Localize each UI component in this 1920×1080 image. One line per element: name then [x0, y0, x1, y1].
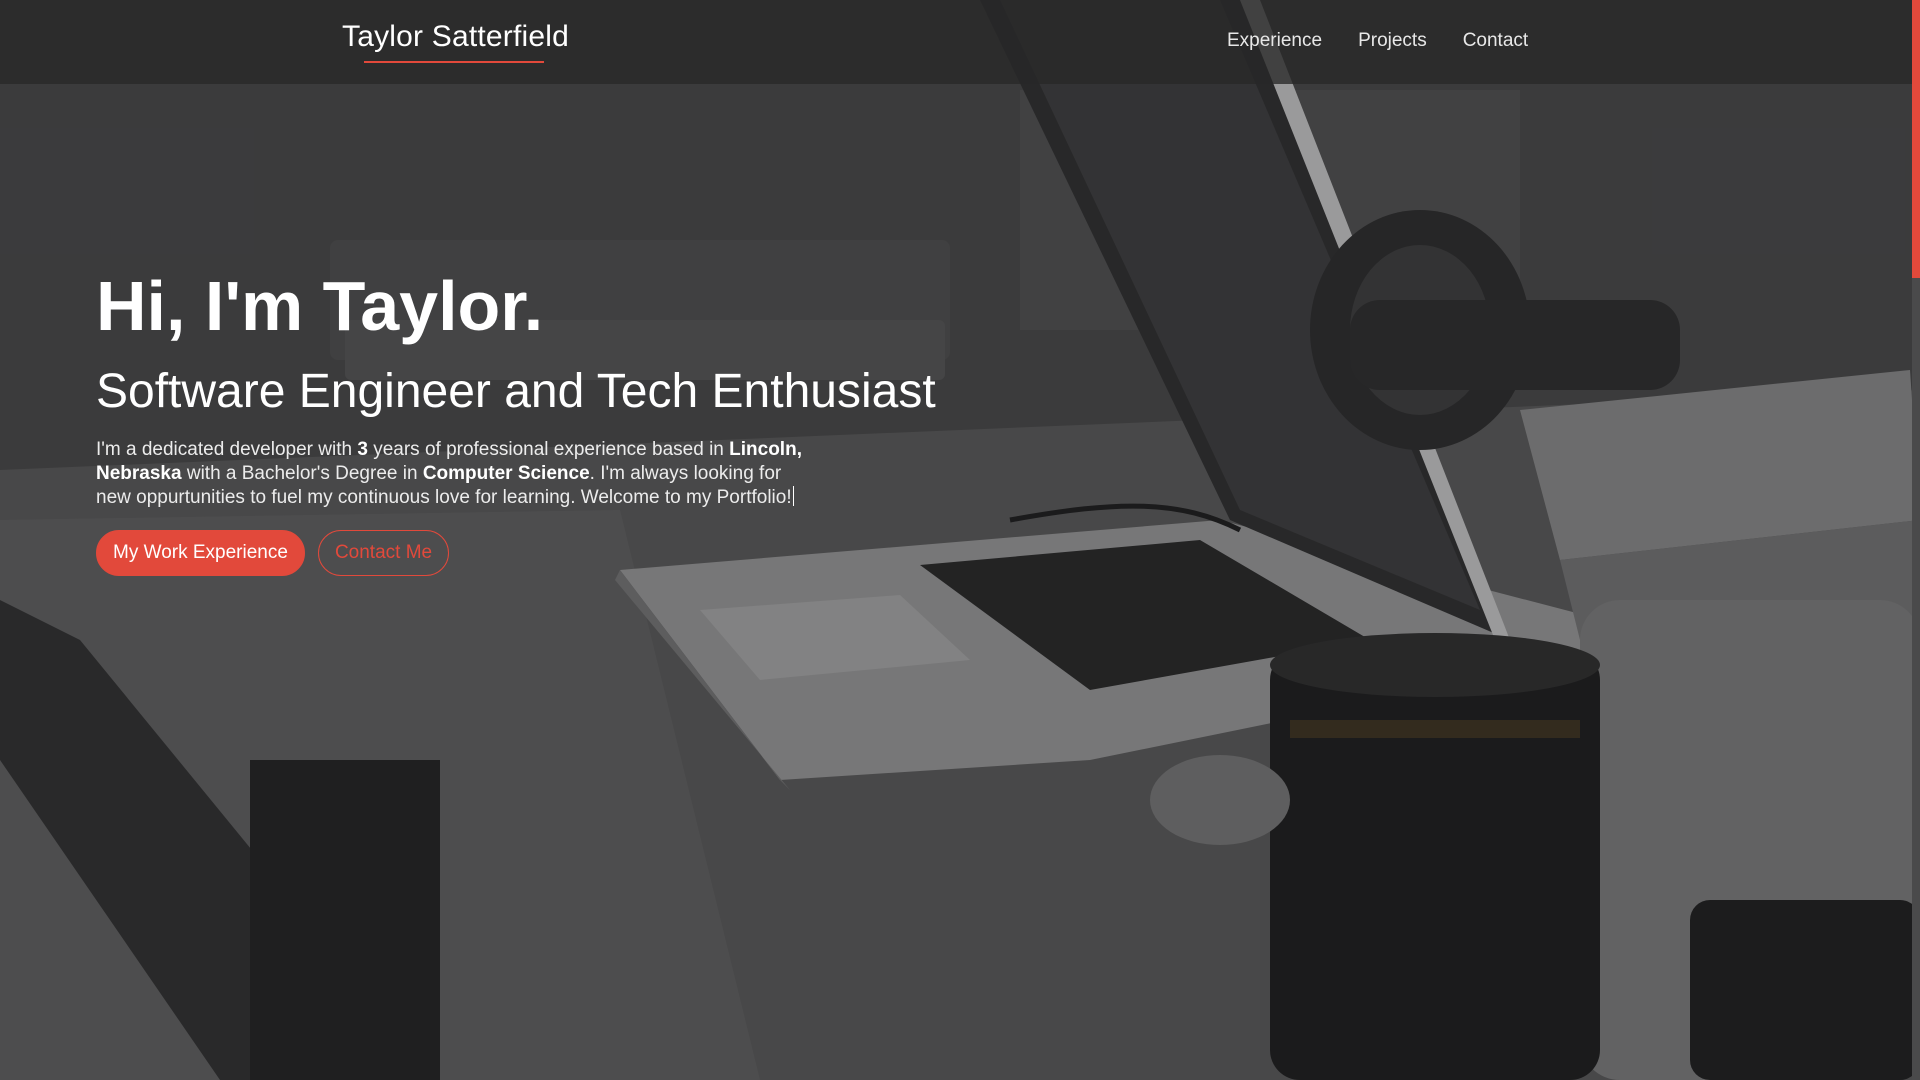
typing-cursor — [792, 486, 794, 506]
hero-title: Hi, I'm Taylor. — [96, 267, 544, 345]
top-navbar: Taylor Satterfield Experience Projects C… — [0, 0, 1912, 84]
intro-text-part: with a Bachelor's Degree in — [181, 463, 423, 484]
intro-text-part: years of professional experience based i… — [367, 439, 730, 460]
hero-section: Hi, I'm Taylor. Software Engineer and Te… — [96, 258, 946, 576]
brand-underline — [364, 61, 544, 63]
nav-link-contact[interactable]: Contact — [1463, 30, 1528, 52]
hero-subtitle: Software Engineer and Tech Enthusiast — [96, 365, 936, 418]
contact-me-button[interactable]: Contact Me — [317, 530, 450, 576]
hero-intro-text: I'm a dedicated developer with 3 years o… — [96, 438, 816, 510]
brand-name-link[interactable]: Taylor Satterfield — [342, 20, 569, 54]
nav-links: Experience Projects Contact — [1227, 30, 1564, 52]
nav-link-experience[interactable]: Experience — [1227, 30, 1322, 52]
intro-text-part: I'm a dedicated developer with — [96, 439, 358, 460]
scrollbar-thumb[interactable] — [1912, 0, 1920, 278]
intro-degree: Computer Science — [422, 463, 590, 484]
hero-buttons: My Work Experience Contact Me — [96, 530, 946, 576]
work-experience-button[interactable]: My Work Experience — [96, 530, 305, 576]
page-scrollbar[interactable] — [1912, 0, 1920, 1080]
nav-link-projects[interactable]: Projects — [1358, 30, 1427, 52]
intro-years: 3 — [357, 439, 368, 460]
